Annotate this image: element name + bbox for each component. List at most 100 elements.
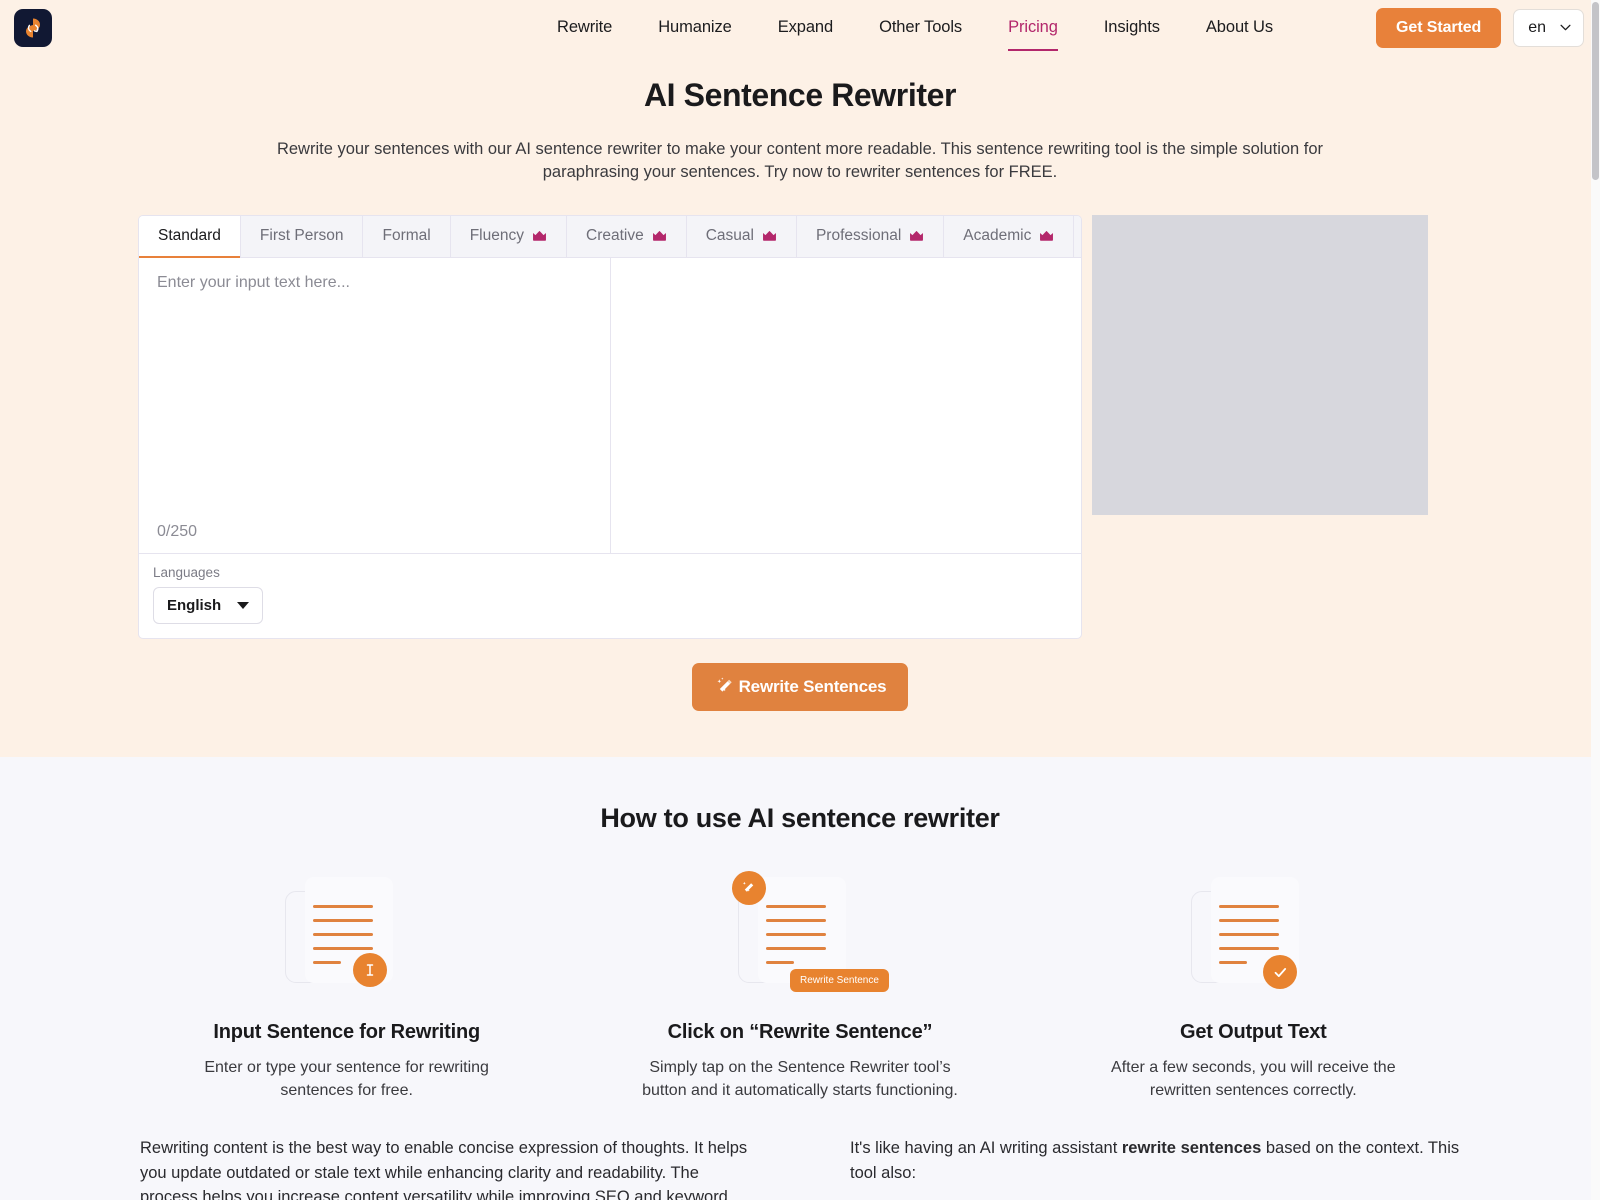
document-line <box>765 905 826 909</box>
document-line <box>765 933 826 937</box>
tab-professional[interactable]: Professional <box>797 215 945 257</box>
copy-column-left: Rewriting content is the best way to ena… <box>140 1136 750 1200</box>
nav-link-other-tools[interactable]: Other Tools <box>856 18 985 37</box>
step-3-illustration <box>1027 866 1480 1001</box>
ad-placeholder <box>1092 214 1428 515</box>
document-line <box>312 933 373 937</box>
document-line <box>1219 933 1280 937</box>
document-line <box>1219 947 1280 951</box>
nav-link-humanize[interactable]: Humanize <box>635 18 754 37</box>
main-nav-links: Rewrite Humanize Expand Other Tools Pric… <box>534 0 1296 55</box>
magic-wand-icon <box>717 677 732 692</box>
crown-icon <box>910 231 924 242</box>
text-cursor-icon <box>366 964 373 977</box>
rewriter-tool-card: Standard First Person Formal Fluency Cre… <box>138 214 1082 639</box>
step-1-text: Enter or type your sentence for rewritin… <box>204 1058 489 1100</box>
nav-link-insights[interactable]: Insights <box>1081 18 1183 37</box>
document-line <box>1219 905 1280 909</box>
step-input-sentence: Input Sentence for Rewriting Enter or ty… <box>120 866 573 1102</box>
document-line <box>1219 919 1280 923</box>
tab-formal[interactable]: Formal <box>363 215 451 257</box>
site-logo[interactable] <box>14 8 52 47</box>
tool-row: Standard First Person Formal Fluency Cre… <box>0 214 1600 639</box>
character-counter: 0/250 <box>157 522 198 540</box>
document-line <box>765 919 826 923</box>
document-line <box>312 961 341 965</box>
tab-creative-label: Creative <box>586 227 644 245</box>
document-illustration <box>284 877 395 989</box>
tab-standard-label: Standard <box>158 227 221 245</box>
step-2-title: Click on “Rewrite Sentence” <box>667 1020 933 1043</box>
output-pane <box>611 258 1081 553</box>
top-navigation-bar: Rewrite Humanize Expand Other Tools Pric… <box>0 0 1600 55</box>
tab-casual-label: Casual <box>705 227 754 245</box>
crown-icon <box>652 231 666 242</box>
copy-column-right: It's like having an AI writing assistant… <box>850 1136 1460 1200</box>
document-line <box>312 905 373 909</box>
crown-icon <box>533 231 546 242</box>
languages-bar: Languages English <box>139 552 1081 638</box>
step-1-title: Input Sentence for Rewriting <box>213 1020 480 1043</box>
document-line <box>1219 961 1248 965</box>
nav-link-expand[interactable]: Expand <box>755 18 856 37</box>
rewrite-sentences-label: Rewrite Sentences <box>738 676 887 696</box>
step-1-illustration <box>120 866 573 1001</box>
tab-professional-label: Professional <box>815 227 902 245</box>
check-badge <box>1263 955 1298 990</box>
tab-formal-label: Formal <box>382 227 431 245</box>
document-line <box>312 947 373 951</box>
language-dropdown[interactable]: English <box>153 586 264 624</box>
nav-right-group: Get Started en <box>1376 0 1584 55</box>
tab-first-person[interactable]: First Person <box>241 215 364 257</box>
tab-academic-label: Academic <box>963 227 1032 245</box>
mode-tabs: Standard First Person Formal Fluency Cre… <box>139 215 1081 258</box>
page-scrollbar[interactable] <box>1591 0 1600 1200</box>
caret-down-icon <box>237 601 250 609</box>
hero-section: AI Sentence Rewriter Rewrite your senten… <box>0 55 1600 757</box>
magic-wand-icon <box>742 882 754 893</box>
tab-standard[interactable]: Standard <box>139 215 241 258</box>
rewrite-cta-wrap: Rewrite Sentences <box>0 662 1600 711</box>
document-line <box>765 947 826 951</box>
document-card <box>757 877 846 984</box>
hero-subtitle: Rewrite your sentences with our AI sente… <box>276 140 1324 182</box>
tab-academic[interactable]: Academic <box>944 215 1075 257</box>
crown-icon <box>763 231 776 242</box>
editor-panes: Enter your input text here... 0/250 <box>139 257 1081 553</box>
step-click-rewrite: Rewrite Sentence Click on “Rewrite Sente… <box>573 866 1026 1102</box>
copy-right-lead-1: It's like having an AI writing assistant <box>850 1139 1122 1158</box>
copy-right-paragraph: It's like having an AI writing assistant… <box>850 1136 1460 1185</box>
document-illustration: Rewrite Sentence <box>731 871 889 993</box>
language-selector[interactable]: en <box>1513 8 1584 47</box>
copy-right-bold: rewrite sentences <box>1121 1139 1262 1158</box>
document-line <box>312 919 373 923</box>
check-icon <box>1274 967 1286 977</box>
step-3-title: Get Output Text <box>1180 1020 1327 1043</box>
copy-left-paragraph: Rewriting content is the best way to ena… <box>140 1139 748 1200</box>
document-line <box>765 961 794 965</box>
get-started-button[interactable]: Get Started <box>1376 7 1502 48</box>
tab-fluency[interactable]: Fluency <box>451 215 567 257</box>
tab-casual[interactable]: Casual <box>687 215 797 257</box>
chevron-down-icon <box>1560 24 1571 31</box>
how-to-use-heading: How to use AI sentence rewriter <box>600 802 1000 833</box>
how-to-steps: Input Sentence for Rewriting Enter or ty… <box>0 866 1600 1102</box>
input-placeholder: Enter your input text here... <box>157 273 350 291</box>
how-to-use-section: How to use AI sentence rewriter Input Se… <box>0 756 1600 1200</box>
step-get-output: Get Output Text After a few seconds, you… <box>1027 866 1480 1102</box>
tab-first-person-label: First Person <box>259 227 344 245</box>
scrollbar-thumb[interactable] <box>1592 2 1599 180</box>
body-copy-columns: Rewriting content is the best way to ena… <box>0 1136 1600 1200</box>
input-pane[interactable]: Enter your input text here... 0/250 <box>139 257 611 553</box>
nav-link-pricing[interactable]: Pricing <box>985 18 1081 51</box>
page-title: AI Sentence Rewriter <box>643 77 957 113</box>
languages-label: Languages <box>153 564 220 580</box>
nav-link-about-us[interactable]: About Us <box>1183 18 1296 37</box>
tab-creative[interactable]: Creative <box>567 215 687 257</box>
rewrite-sentence-pill[interactable]: Rewrite Sentence <box>789 969 889 993</box>
nav-link-rewrite[interactable]: Rewrite <box>534 18 635 37</box>
document-illustration <box>1191 877 1301 990</box>
step-2-text: Simply tap on the Sentence Rewriter tool… <box>642 1058 958 1100</box>
text-cursor-badge <box>352 953 387 988</box>
rewrite-sentences-button[interactable]: Rewrite Sentences <box>691 662 909 711</box>
